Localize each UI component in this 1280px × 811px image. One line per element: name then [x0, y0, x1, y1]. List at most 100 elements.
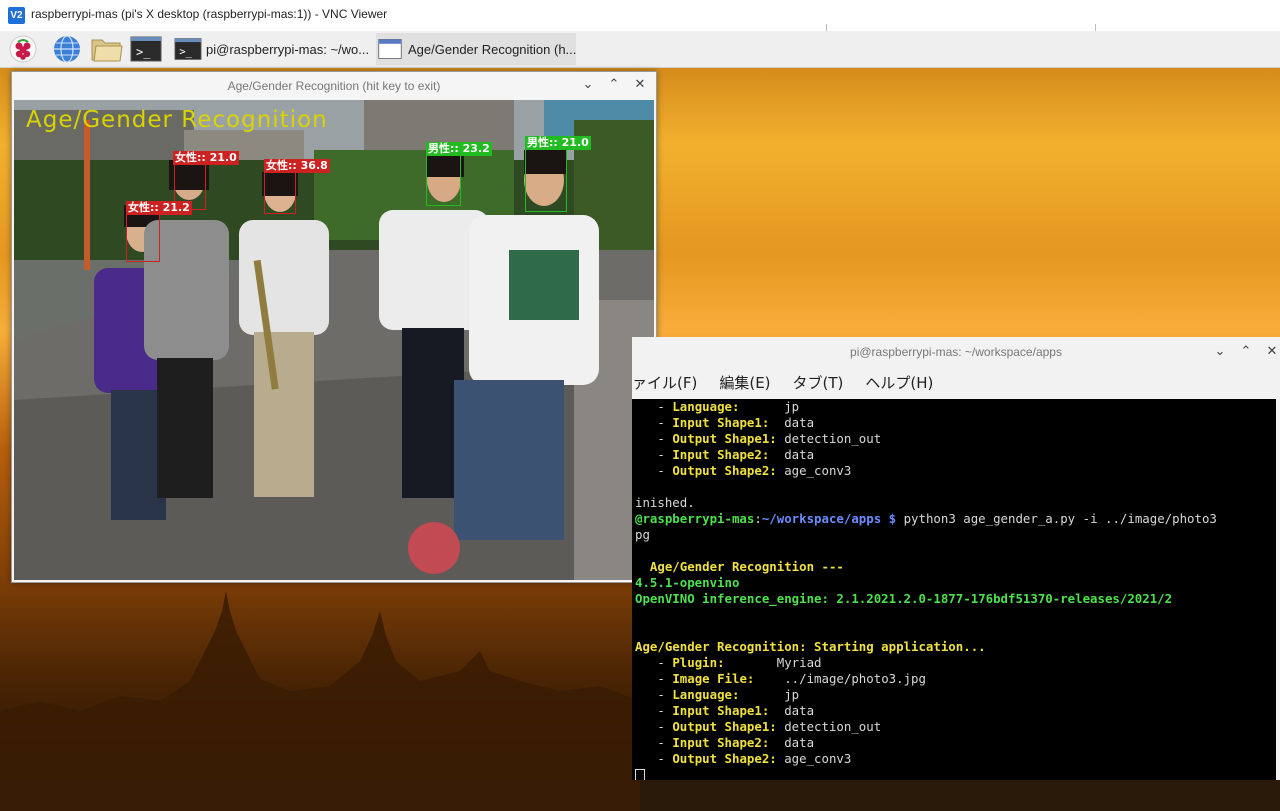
terminal-line: 4.5.1-openvino — [635, 575, 1276, 591]
terminal-text: - — [635, 447, 673, 462]
terminal-line: - Output Shape2: age_conv3 — [635, 463, 1276, 479]
terminal-line: - Output Shape1: detection_out — [635, 719, 1276, 735]
terminal-text: detection_out — [776, 431, 882, 446]
terminal-text: inished. — [635, 495, 695, 510]
taskbar: >_ >_ pi@raspberrypi-mas: ~/wo... Age/Ge… — [0, 31, 1280, 68]
terminal-text: Image File: — [672, 671, 755, 686]
file-manager-icon[interactable] — [90, 34, 124, 64]
terminal-line: - Plugin: Myriad — [635, 655, 1276, 671]
terminal-window: pi@raspberrypi-mas: ~/workspace/apps ⌄ ⌃… — [632, 337, 1280, 780]
terminal-text: Language: — [672, 399, 740, 414]
menu-help[interactable]: ヘルプ(H) — [865, 372, 933, 393]
vnc-window-title: raspberrypi-mas (pi's X desktop (raspber… — [31, 7, 388, 21]
face-box-female — [264, 172, 296, 214]
taskbar-item-terminal[interactable]: >_ pi@raspberrypi-mas: ~/wo... — [174, 33, 374, 65]
face-label: 女性:: 21.2 — [126, 201, 192, 215]
menu-edit[interactable]: 編集(E) — [719, 372, 770, 393]
terminal-cursor-line — [635, 767, 1276, 780]
menu-tab[interactable]: タブ(T) — [793, 372, 844, 393]
terminal-text: pg — [635, 527, 650, 542]
terminal-text: - — [635, 399, 673, 414]
face-label: 女性:: 21.0 — [173, 151, 239, 165]
terminal-text: - — [635, 431, 673, 446]
terminal-text: - — [635, 671, 673, 686]
terminal-text: OpenVINO inference_engine: 2.1.2021.2.0-… — [635, 591, 1173, 606]
face-label: 女性:: 36.8 — [264, 159, 330, 173]
terminal-line: - Output Shape1: detection_out — [635, 431, 1276, 447]
face-label: 男性:: 21.0 — [525, 136, 591, 150]
terminal-text: @raspberrypi-mas — [635, 511, 755, 526]
terminal-text: Input Shape1: — [672, 415, 770, 430]
close-button[interactable]: ✕ — [1264, 344, 1280, 360]
terminal-output[interactable]: - Language: jp - Input Shape1: data - Ou… — [632, 399, 1276, 780]
recognition-image: Age/Gender Recognition 女性:: 21.0 女性:: 36… — [14, 100, 654, 580]
terminal-text: age_conv3 — [776, 463, 852, 478]
terminal-text: data — [769, 447, 815, 462]
terminal-titlebar[interactable]: pi@raspberrypi-mas: ~/workspace/apps ⌄ ⌃… — [632, 337, 1280, 367]
terminal-line: - Language: jp — [635, 399, 1276, 415]
terminal-text: 4.5.1-openvino — [635, 575, 740, 590]
face-box-male — [525, 148, 567, 212]
terminal-title: pi@raspberrypi-mas: ~/workspace/apps — [850, 345, 1062, 359]
terminal-icon[interactable]: >_ — [130, 34, 162, 64]
terminal-cursor — [635, 768, 645, 780]
terminal-text: age_conv3 — [776, 751, 852, 766]
terminal-text: jp — [739, 399, 800, 414]
terminal-text: - — [635, 735, 673, 750]
terminal-line: - Input Shape2: data — [635, 735, 1276, 751]
terminal-text: Input Shape2: — [672, 447, 770, 462]
raspberry-menu-icon[interactable] — [8, 34, 38, 64]
terminal-text: Plugin: — [672, 655, 725, 670]
gender-label: 男性: — [428, 142, 455, 155]
face-label: 男性:: 23.2 — [426, 142, 492, 156]
terminal-text: Output Shape1: — [672, 719, 777, 734]
taskbar-item-label: Age/Gender Recognition (h... — [408, 41, 576, 57]
terminal-text: Language: — [672, 687, 740, 702]
terminal-line: Age/Gender Recognition: Starting applica… — [635, 639, 1276, 655]
minimize-button[interactable]: ⌄ — [580, 77, 596, 93]
terminal-text: data — [769, 703, 815, 718]
terminal-text: Age/Gender Recognition: Starting applica… — [635, 639, 986, 654]
overlay-title: Age/Gender Recognition — [26, 107, 328, 133]
svg-text:>_: >_ — [179, 46, 192, 58]
gender-label: 女性: — [128, 201, 155, 214]
terminal-text: - — [635, 751, 673, 766]
terminal-menubar: ァイル(F) 編集(E) タブ(T) ヘルプ(H) — [632, 367, 1280, 397]
maximize-button[interactable]: ⌃ — [1238, 344, 1254, 360]
terminal-text: - — [635, 703, 673, 718]
terminal-text: Output Shape1: — [672, 431, 777, 446]
terminal-line: - Image File: ../image/photo3.jpg — [635, 671, 1276, 687]
terminal-text: Output Shape2: — [672, 463, 777, 478]
terminal-line: @raspberrypi-mas:~/workspace/apps $ pyth… — [635, 511, 1276, 527]
terminal-text: - — [635, 655, 673, 670]
terminal-line: OpenVINO inference_engine: 2.1.2021.2.0-… — [635, 591, 1276, 607]
terminal-line: - Input Shape2: data — [635, 447, 1276, 463]
minimize-button[interactable]: ⌄ — [1212, 344, 1228, 360]
terminal-icon: >_ — [174, 38, 202, 60]
terminal-text: Age/Gender Recognition --- — [635, 559, 844, 574]
taskbar-item-label: pi@raspberrypi-mas: ~/wo... — [206, 41, 370, 57]
maximize-button[interactable]: ⌃ — [606, 77, 622, 93]
terminal-text: - — [635, 687, 673, 702]
gender-label: 男性: — [527, 136, 554, 149]
window-icon — [378, 39, 402, 59]
terminal-text: Output Shape2: — [672, 751, 777, 766]
age-value: : 21.0 — [201, 151, 237, 164]
taskbar-item-recognition[interactable]: Age/Gender Recognition (h... — [376, 33, 576, 65]
age-value: : 23.2 — [454, 142, 490, 155]
recognition-window-titlebar[interactable]: Age/Gender Recognition (hit key to exit)… — [12, 72, 656, 100]
terminal-line: Age/Gender Recognition --- — [635, 559, 1276, 575]
terminal-line: - Input Shape1: data — [635, 703, 1276, 719]
menu-file[interactable]: ァイル(F) — [632, 372, 697, 393]
terminal-text: - — [635, 463, 673, 478]
terminal-text: detection_out — [776, 719, 882, 734]
gender-label: 女性: — [175, 151, 202, 164]
web-browser-icon[interactable] — [52, 34, 82, 64]
age-value: : 21.0 — [553, 136, 589, 149]
recognition-window: Age/Gender Recognition (hit key to exit)… — [11, 71, 657, 583]
close-button[interactable]: ✕ — [632, 77, 648, 93]
terminal-line: - Input Shape1: data — [635, 415, 1276, 431]
terminal-text: data — [769, 415, 815, 430]
